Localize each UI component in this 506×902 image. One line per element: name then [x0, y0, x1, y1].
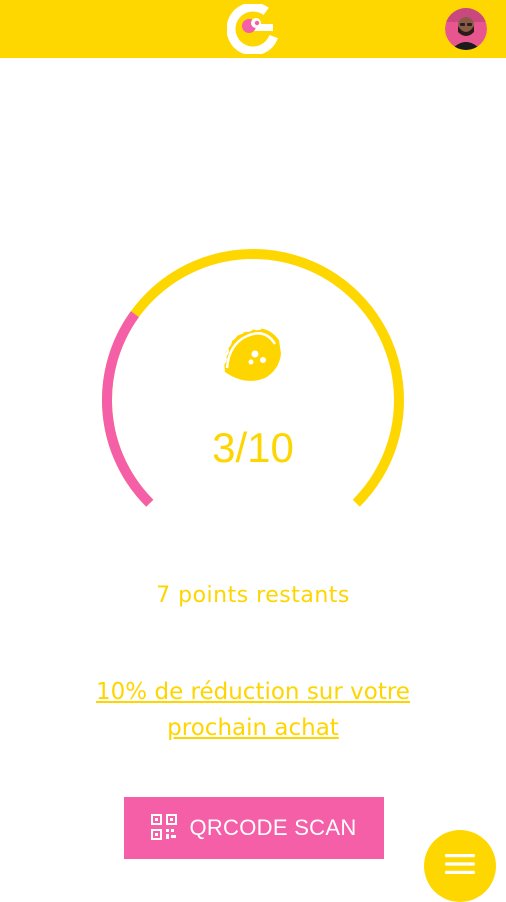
points-score: 3/10 [212, 424, 294, 471]
reward-link[interactable]: 10% de réduction sur votre prochain acha… [53, 674, 453, 746]
qrcode-icon [151, 813, 178, 843]
gauge-progress [102, 311, 154, 507]
menu-button[interactable] [424, 830, 496, 902]
loyalty-gauge [102, 249, 404, 507]
qrcode-scan-button[interactable]: QRCODE SCAN [124, 797, 384, 859]
qrcode-scan-label: QRCODE SCAN [189, 815, 357, 840]
hamburger-menu-icon [445, 853, 475, 879]
points-remaining-text: 7 points restants [156, 583, 350, 608]
taco-icon [222, 326, 281, 381]
